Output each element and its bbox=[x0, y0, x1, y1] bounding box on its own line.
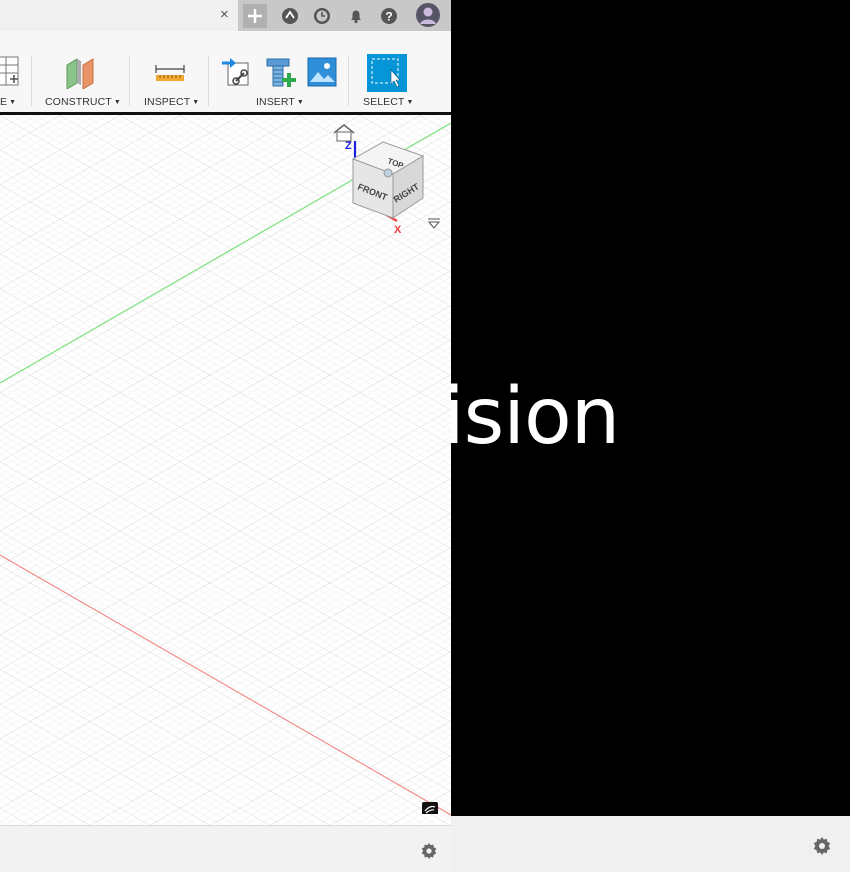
toolbar-separator bbox=[348, 56, 349, 106]
user-avatar-button[interactable] bbox=[415, 2, 441, 28]
gear-icon[interactable] bbox=[812, 836, 832, 856]
document-tab[interactable]: × bbox=[0, 0, 238, 31]
tab-bar: × ? bbox=[0, 0, 451, 31]
construct-plane-icon[interactable] bbox=[64, 55, 98, 89]
toolbar-separator bbox=[31, 56, 32, 106]
select-button[interactable] bbox=[367, 54, 407, 92]
environment-icon[interactable] bbox=[421, 801, 439, 817]
svg-text:Z: Z bbox=[345, 140, 352, 152]
clock-icon bbox=[314, 8, 330, 24]
extensions-icon bbox=[282, 8, 298, 24]
measure-icon[interactable] bbox=[154, 63, 186, 83]
toolbar-separator bbox=[208, 56, 209, 106]
inspect-menu[interactable]: INSPECT ▼ bbox=[144, 96, 199, 108]
help-button[interactable]: ? bbox=[377, 4, 401, 28]
splash-title: ision bbox=[451, 372, 620, 462]
insert-mcmaster-bolt-icon[interactable] bbox=[264, 55, 298, 91]
bell-icon bbox=[351, 10, 361, 24]
plus-icon bbox=[248, 9, 262, 23]
new-tab-button[interactable] bbox=[243, 4, 267, 28]
svg-text:X: X bbox=[394, 224, 402, 236]
close-tab-button[interactable]: × bbox=[220, 7, 229, 23]
toolbar-separator bbox=[129, 56, 130, 106]
svg-text:?: ? bbox=[385, 10, 392, 24]
fusion-app-window: × ? E ▼ CONSTRUCT ▼ INSPECT ▼ INSERT ▼ S… bbox=[0, 0, 451, 872]
avatar-icon bbox=[416, 3, 440, 27]
status-bar bbox=[0, 825, 451, 872]
job-status-button[interactable] bbox=[310, 4, 334, 28]
splash-footer bbox=[451, 816, 850, 872]
create-form-icon[interactable] bbox=[0, 55, 22, 91]
notifications-button[interactable] bbox=[344, 4, 368, 28]
create-menu[interactable]: E ▼ bbox=[0, 96, 16, 108]
gear-icon[interactable] bbox=[420, 842, 438, 860]
help-icon: ? bbox=[381, 8, 397, 24]
select-menu[interactable]: SELECT ▼ bbox=[363, 96, 413, 108]
extensions-button[interactable] bbox=[278, 4, 302, 28]
insert-menu[interactable]: INSERT ▼ bbox=[256, 96, 304, 108]
insert-derive-icon[interactable] bbox=[220, 55, 254, 89]
select-icon bbox=[371, 58, 401, 88]
splash-screen: ision bbox=[451, 0, 850, 816]
insert-canvas-image-icon[interactable] bbox=[307, 57, 339, 87]
viewcube-menu-chevron-icon[interactable] bbox=[426, 216, 442, 230]
3d-canvas[interactable]: TOP FRONT RIGHT Z X bbox=[0, 115, 451, 825]
construct-menu[interactable]: CONSTRUCT ▼ bbox=[45, 96, 121, 108]
